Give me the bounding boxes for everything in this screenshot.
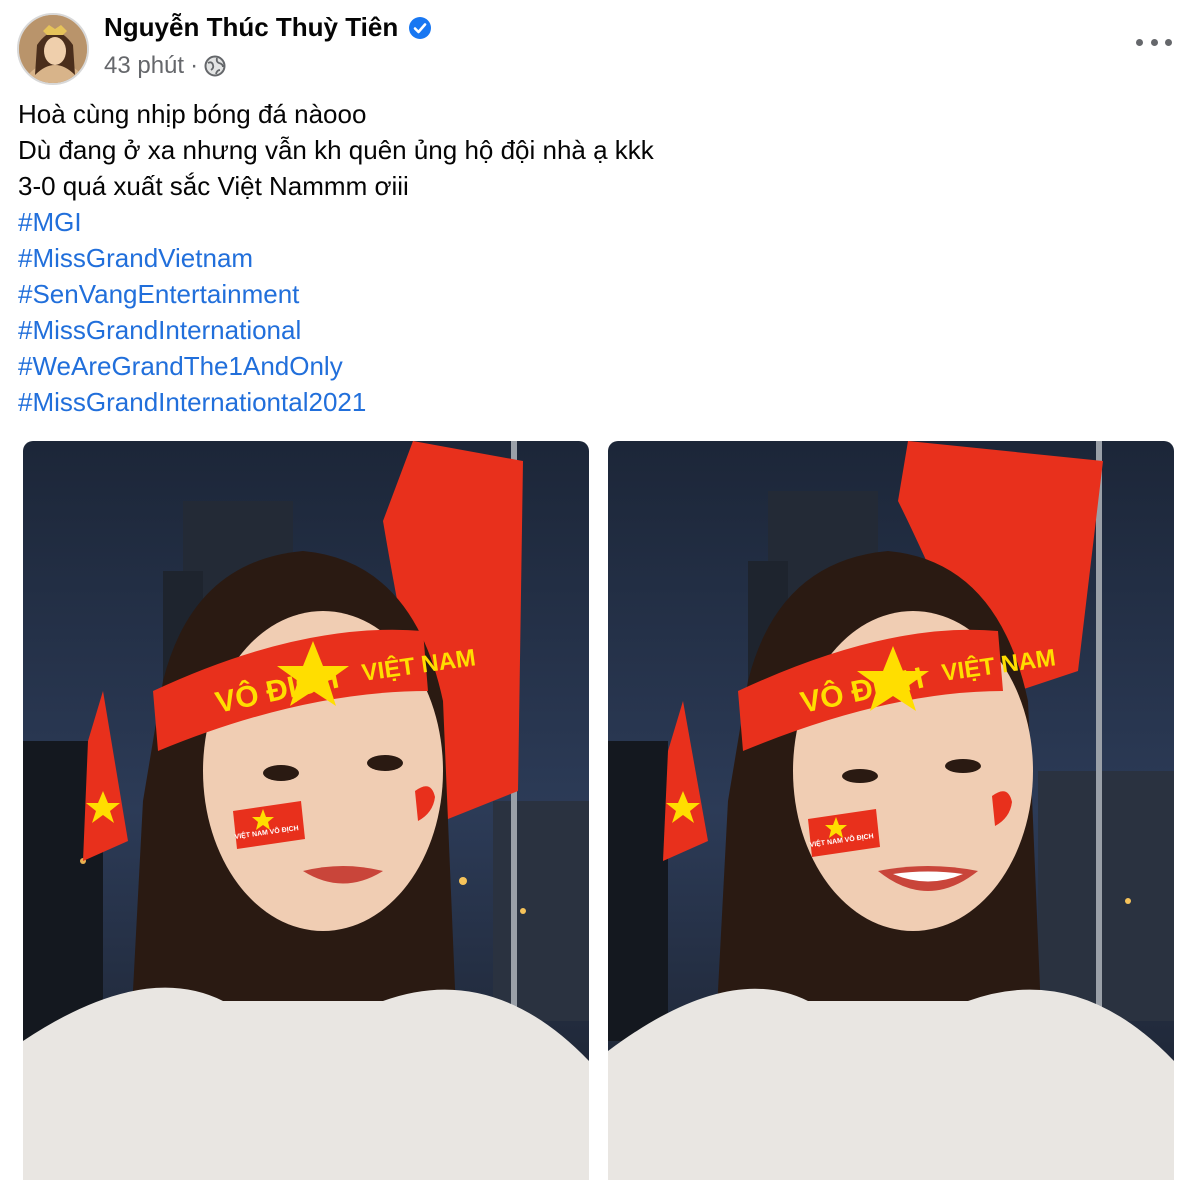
post-photo[interactable]: VÔ ĐỊCH VIỆT NAM VIỆT NAM VÔ ĐỊCH (608, 441, 1174, 1180)
post-text: Hoà cùng nhịp bóng đá nàooo Dù đang ở xa… (18, 96, 654, 420)
post-meta: 43 phút · (104, 52, 226, 80)
globe-icon[interactable] (204, 55, 226, 77)
hashtag-link[interactable]: #MissGrandInternational (18, 312, 654, 348)
author-avatar[interactable] (17, 13, 89, 85)
author-name-text[interactable]: Nguyễn Thúc Thuỳ Tiên (104, 12, 398, 43)
facebook-post: Nguyễn Thúc Thuỳ Tiên 43 phút · Hoà cùng… (0, 0, 1200, 1180)
hashtag-link[interactable]: #MissGrandVietnam (18, 240, 654, 276)
more-dot (1136, 38, 1143, 46)
meta-separator: · (190, 52, 199, 79)
hashtag-link[interactable]: #SenVangEntertainment (18, 276, 654, 312)
post-text-line: Dù đang ở xa nhưng vẫn kh quên ủng hộ độ… (18, 135, 654, 165)
timestamp-link[interactable]: 43 phút (104, 52, 184, 80)
more-options-icon[interactable] (1136, 30, 1172, 54)
selfie-photo-image: VÔ ĐỊCH VIỆT NAM VIỆT NAM VÔ ĐỊCH (23, 441, 589, 1180)
hashtag-link[interactable]: #MissGrandInternationtal2021 (18, 384, 654, 420)
post-photo[interactable]: VÔ ĐỊCH VIỆT NAM VIỆT NAM VÔ ĐỊCH (23, 441, 589, 1180)
author-name[interactable]: Nguyễn Thúc Thuỳ Tiên (104, 12, 432, 43)
hashtag-link[interactable]: #MGI (18, 204, 654, 240)
hashtag-link[interactable]: #WeAreGrandThe1AndOnly (18, 348, 654, 384)
verified-badge-icon (408, 16, 432, 40)
selfie-photo-image: VÔ ĐỊCH VIỆT NAM VIỆT NAM VÔ ĐỊCH (608, 441, 1174, 1180)
post-text-line: 3-0 quá xuất sắc Việt Nammm ơiii (18, 171, 409, 201)
more-dot (1150, 38, 1158, 46)
post-text-line: Hoà cùng nhịp bóng đá nàooo (18, 99, 367, 129)
more-dot (1165, 38, 1172, 46)
avatar-image (19, 15, 87, 83)
